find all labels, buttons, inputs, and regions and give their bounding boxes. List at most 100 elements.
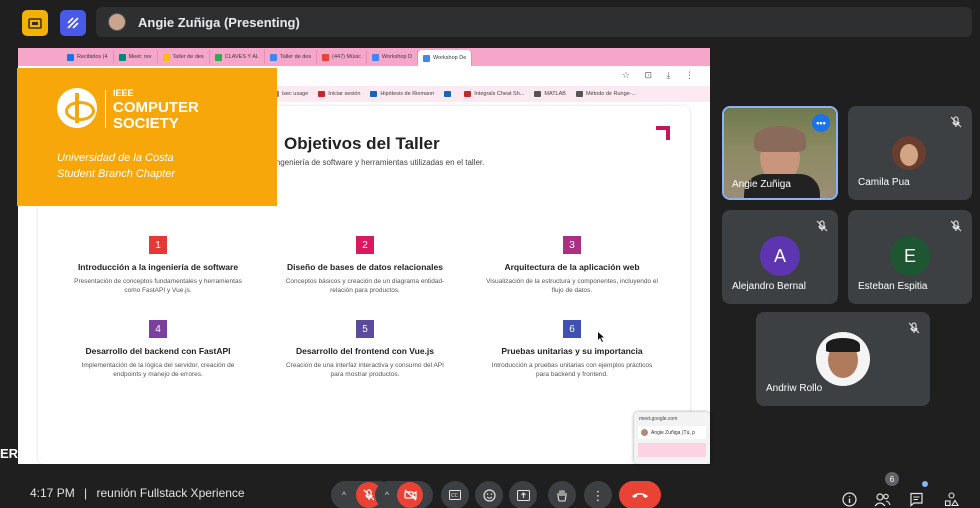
browser-tab[interactable]: Workshop D — [367, 50, 419, 64]
bookmark-item[interactable]: Integrals Cheat Sh... — [464, 91, 524, 97]
participant-name: Angie Zuñiga — [732, 179, 791, 190]
bookmark-item[interactable]: Iniciar sesión — [318, 91, 360, 97]
popup-avatar — [641, 429, 648, 436]
tab-label: Taller de des — [279, 54, 312, 60]
chat-icon[interactable] — [907, 490, 925, 508]
objective-desc: Creación de una interfaz interactiva y c… — [286, 362, 444, 379]
objective-title: Desarrollo del backend con FastAPI — [85, 346, 231, 356]
objective-desc: Visualización de la estructura y compone… — [486, 278, 658, 295]
browser-tab[interactable]: (447) Músic — [317, 50, 367, 64]
objective-5: 5 Desarrollo del frontend con Vue.js Cre… — [265, 320, 465, 380]
chapter-text: Student Branch Chapter — [57, 168, 176, 180]
bookmark-item[interactable]: MATLAB — [534, 91, 566, 97]
browser-tab-strip: Recibidos (4 Meet: rev Taller de des CLAVES… — [18, 48, 710, 66]
bookmark-favicon-icon — [370, 91, 378, 97]
effects-icon[interactable] — [60, 10, 86, 36]
ieee-text: IEEE — [113, 88, 134, 98]
meeting-separator: | — [84, 486, 88, 500]
chevron-up-icon[interactable]: ^ — [385, 490, 389, 500]
participant-tile-angie[interactable]: ••• Angie Zuñiga — [722, 106, 838, 200]
browser-tab[interactable]: Recibidos (4 — [62, 50, 114, 64]
participant-tile-esteban[interactable]: E Esteban Espitia — [848, 210, 972, 304]
captions-button[interactable]: CC — [441, 481, 469, 508]
present-icon — [516, 489, 530, 501]
people-count-badge: 6 — [885, 472, 899, 486]
emoji-icon — [482, 488, 496, 502]
activities-shapes-icon[interactable] — [942, 490, 960, 508]
tab-favicon-icon — [371, 53, 379, 61]
tab-favicon-icon — [118, 53, 126, 61]
bookmark-favicon-icon — [464, 91, 472, 97]
objective-6: 6 Pruebas unitarias y su importancia Int… — [472, 320, 672, 380]
browser-tab[interactable]: Taller de des — [265, 50, 318, 64]
presenter-name: Angie Zuñiga (Presenting) — [138, 14, 300, 30]
leave-call-button[interactable] — [619, 481, 661, 508]
objective-number: 6 — [563, 320, 581, 338]
meeting-details-icon[interactable] — [840, 490, 858, 508]
browser-tab[interactable]: Meet: rev — [114, 50, 158, 64]
tab-label: CLAVES Y AL — [224, 54, 259, 60]
more-options-icon[interactable]: ••• — [812, 114, 830, 132]
participant-name: Andriw Rollo — [766, 383, 823, 394]
tab-favicon-icon — [423, 54, 431, 62]
popup-row-label: Angie Zuñiga (Tú, p — [651, 429, 695, 436]
raise-hand-button[interactable] — [548, 481, 576, 508]
meet-popup-preview[interactable]: meet.google.com Angie Zuñiga (Tú, p — [634, 412, 710, 464]
objective-desc: Conceptos básicos y creación de un diagr… — [285, 278, 445, 295]
captions-icon: CC — [449, 490, 461, 500]
university-text: Universidad de la Costa — [57, 152, 174, 164]
objective-number: 4 — [149, 320, 167, 338]
mic-off-icon — [908, 322, 920, 334]
objective-title: Diseño de bases de datos relacionales — [287, 262, 443, 272]
bookmark-label: isec usage — [282, 91, 309, 97]
objective-title: Desarrollo del frontend con Vue.js — [295, 346, 435, 356]
bookmark-label: Integrals Cheat Sh... — [474, 91, 525, 97]
objective-1: 1 Introducción a la ingeniería de softwa… — [58, 236, 258, 296]
participant-tile-alejandro[interactable]: A Alejandro Bernal — [722, 210, 838, 304]
mic-off-icon — [950, 220, 962, 232]
camera-control[interactable]: ^ — [375, 481, 433, 508]
chat-notification-dot — [922, 481, 928, 487]
bookmark-label: MATLAB — [544, 91, 566, 97]
emoji-button[interactable] — [475, 481, 503, 508]
browser-tab[interactable]: Workshop De — [418, 50, 473, 66]
slide-subtitle: ingeniería de software y herramientas ut… — [274, 158, 485, 167]
popup-row: Angie Zuñiga (Tú, p — [638, 426, 706, 439]
hand-icon — [557, 489, 567, 502]
top-bar: Angie Zuñiga (Presenting) — [0, 0, 980, 44]
participant-tile-andriw[interactable]: Andriw Rollo — [756, 312, 930, 406]
camera-off-icon[interactable] — [397, 482, 424, 508]
objective-4: 4 Desarrollo del backend con FastAPI Imp… — [58, 320, 258, 380]
objective-title: Arquitectura de la aplicación web — [504, 262, 640, 272]
browser-tab[interactable]: Taller de des — [158, 50, 210, 64]
bookmark-item[interactable]: Método de Runge-... — [575, 91, 637, 97]
objective-3: 3 Arquitectura de la aplicación web Visu… — [472, 236, 672, 296]
objective-title: Introducción a la ingeniería de software — [77, 262, 239, 272]
more-options-button[interactable]: ⋮ — [584, 481, 612, 508]
meeting-name: reunión Fullstack Xperience — [96, 486, 245, 500]
present-button[interactable] — [509, 481, 537, 508]
bookmark-favicon-icon — [444, 91, 452, 97]
bookmark-item[interactable] — [444, 91, 454, 97]
chevron-up-icon[interactable]: ^ — [342, 490, 346, 500]
bookmark-label: Método de Runge-... — [585, 91, 637, 97]
activities-icon[interactable] — [22, 10, 48, 36]
popup-thumbnail — [638, 443, 706, 457]
people-icon[interactable] — [873, 490, 891, 508]
participant-face — [900, 144, 918, 166]
participant-tile-camila[interactable]: Camila Pua — [848, 106, 972, 200]
participant-avatar: A — [760, 236, 800, 276]
tab-label: Recibidos (4 — [77, 54, 108, 60]
meeting-time: 4:17 PM — [30, 486, 75, 500]
objective-title: Pruebas unitarias y su importancia — [501, 346, 643, 356]
participant-hair — [826, 338, 860, 352]
corner-mark-icon — [656, 126, 670, 140]
ieee-computer-text: COMPUTER — [113, 99, 199, 116]
objective-number: 5 — [356, 320, 374, 338]
logo-divider — [105, 90, 106, 128]
bookmark-item[interactable]: isec usage — [272, 91, 308, 97]
browser-tab[interactable]: CLAVES Y AL — [210, 50, 265, 64]
bookmark-item[interactable]: Hipótesis de Riemann — [370, 91, 434, 97]
tab-favicon-icon — [67, 53, 74, 61]
bottom-bar: 4:17 PM | reunión Fullstack Xperience ^ … — [0, 468, 980, 508]
